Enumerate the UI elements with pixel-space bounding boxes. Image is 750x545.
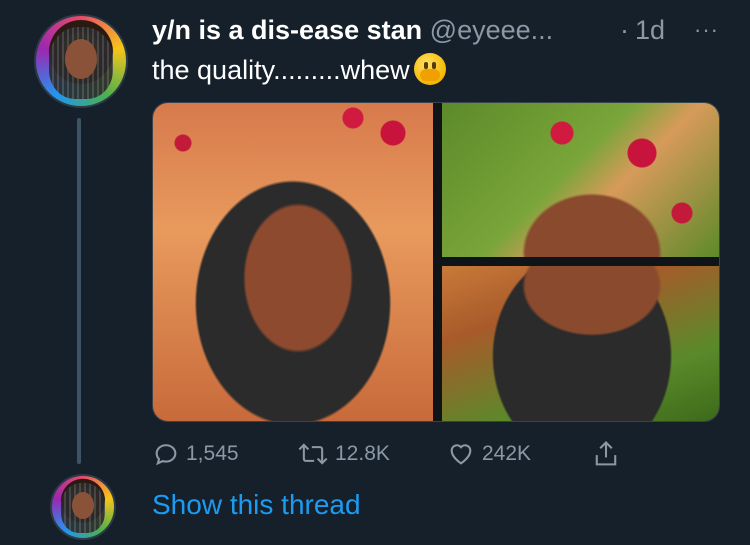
more-options-icon[interactable]: ···	[694, 19, 719, 41]
display-name[interactable]: y/n is a dis-ease stan	[152, 15, 422, 45]
share-button[interactable]	[592, 436, 626, 472]
tweet-timestamp[interactable]: 1d	[635, 12, 665, 48]
share-icon	[595, 440, 617, 466]
thread-connector-line	[77, 118, 81, 464]
user-handle[interactable]: @eyeee...	[430, 15, 553, 45]
tweet-media-grid	[152, 102, 720, 422]
tweet-text: the quality.........whew	[152, 52, 446, 88]
reply-icon	[155, 444, 177, 466]
reply-button[interactable]: 1,545	[152, 436, 239, 472]
author-avatar[interactable]	[34, 14, 128, 108]
retweet-icon	[298, 443, 328, 465]
media-photo-2[interactable]	[442, 103, 719, 257]
separator-dot: ·	[620, 15, 629, 45]
show-thread-link[interactable]: Show this thread	[152, 487, 361, 523]
tweet-actions-bar: 1,545 12.8K 242K	[0, 436, 750, 472]
retweet-count: 12.8K	[335, 442, 390, 465]
tweet-header: y/n is a dis-ease stan @eyeee... · 1d ··…	[152, 12, 732, 48]
thread-author-avatar[interactable]	[50, 474, 116, 540]
reply-count: 1,545	[186, 442, 239, 465]
media-photo-1[interactable]	[153, 103, 433, 421]
like-count: 242K	[482, 442, 532, 465]
avatar-face	[64, 39, 98, 79]
like-button[interactable]: 242K	[446, 436, 531, 472]
hand-over-mouth-emoji-icon	[413, 53, 446, 85]
tweet-body: the quality.........whew	[152, 55, 410, 85]
heart-icon	[450, 444, 472, 465]
retweet-button[interactable]: 12.8K	[297, 436, 390, 472]
media-photo-3[interactable]	[442, 266, 719, 421]
